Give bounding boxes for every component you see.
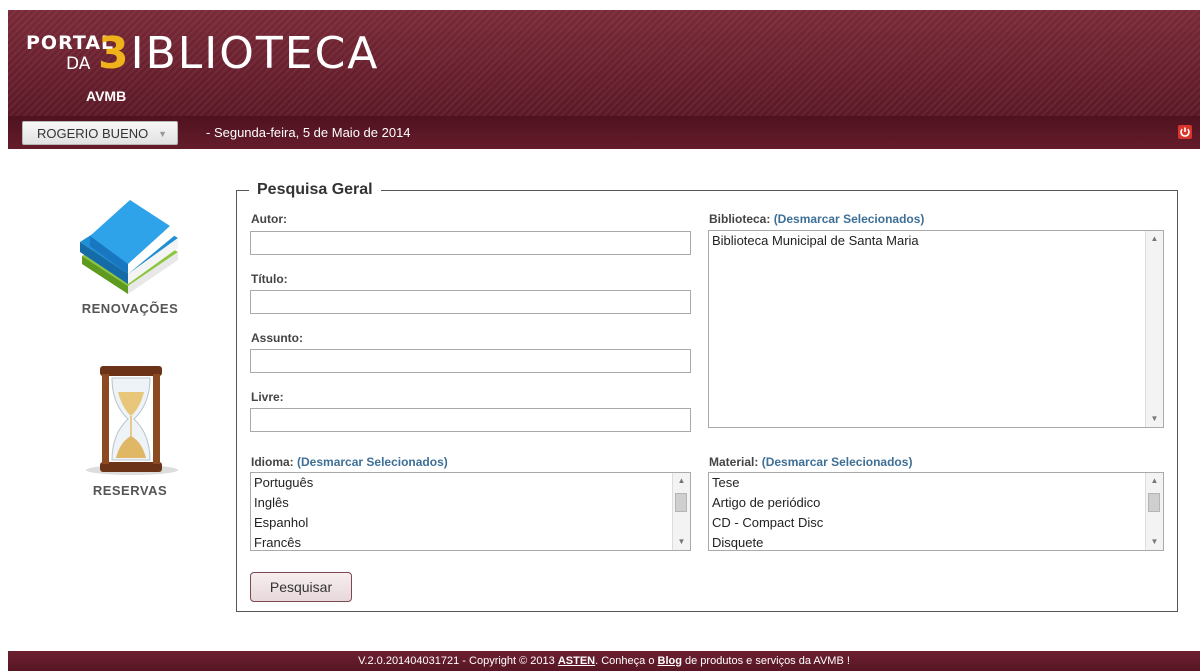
livre-label: Livre: [251,390,284,404]
biblioteca-deselect-link[interactable]: (Desmarcar Selecionados) [774,212,925,226]
user-bar: ROGERIO BUENO ▼ - Segunda-feira, 5 de Ma… [8,116,1200,149]
search-button[interactable]: Pesquisar [250,572,352,602]
material-deselect-link[interactable]: (Desmarcar Selecionados) [762,455,913,469]
idioma-deselect-link[interactable]: (Desmarcar Selecionados) [297,455,448,469]
assunto-label: Assunto: [251,331,303,345]
scroll-up-icon[interactable]: ▲ [1146,231,1163,247]
assunto-input[interactable] [250,349,691,373]
footer: V.2.0.201404031721 - Copyright © 2013 AS… [8,651,1200,671]
biblioteca-label-row: Biblioteca: (Desmarcar Selecionados) [709,212,924,226]
list-item[interactable]: Espanhol [251,513,690,533]
idioma-listbox[interactable]: Português Inglês Espanhol Francês ▲ ▼ [250,472,691,551]
hourglass-icon [86,366,178,475]
material-label-row: Material: (Desmarcar Selecionados) [709,455,912,469]
autor-input[interactable] [250,231,691,255]
sidebar-item-renovacoes[interactable] [60,186,200,316]
top-strip [0,0,1200,10]
scrollbar[interactable]: ▲ ▼ [672,473,690,550]
blog-link[interactable]: Blog [658,655,682,667]
list-item[interactable]: Tese [709,473,1163,493]
idioma-label: Idioma: [251,455,294,469]
material-listbox[interactable]: Tese Artigo de periódico CD - Compact Di… [708,472,1164,551]
list-item[interactable]: Biblioteca Municipal de Santa Maria [709,231,1163,251]
sidebar-item-renovacoes-label[interactable]: RENOVAÇÕES [80,301,180,316]
logo-avmb-subtitle: AVMB [86,88,127,104]
scroll-down-icon[interactable]: ▼ [1146,534,1163,550]
logo-da-text: DA [66,54,91,74]
list-item[interactable]: Disquete [709,533,1163,550]
scroll-down-icon[interactable]: ▼ [1146,411,1163,427]
asten-link[interactable]: ASTEN [558,655,595,667]
logo-biblioteca-text: 3IBLIOTECA [98,28,379,79]
list-item[interactable]: Francês [251,533,690,550]
user-name: ROGERIO BUENO [37,126,149,141]
logo-b-letter: 3 [98,28,131,79]
biblioteca-label: Biblioteca: [709,212,771,226]
header-banner: PORTAL DA 3IBLIOTECA AVMB [8,10,1200,116]
scrollbar[interactable]: ▲ ▼ [1145,473,1163,550]
list-item[interactable]: Artigo de periódico [709,493,1163,513]
autor-label: Autor: [251,212,287,226]
scroll-thumb[interactable] [1148,493,1160,512]
logo-rest-letters: IBLIOTECA [130,28,380,79]
search-form-title: Pesquisa Geral [257,181,373,198]
idioma-label-row: Idioma: (Desmarcar Selecionados) [251,455,448,469]
titulo-label: Título: [251,272,288,286]
titulo-input[interactable] [250,290,691,314]
scroll-down-icon[interactable]: ▼ [673,534,690,550]
livre-input[interactable] [250,408,691,432]
list-item[interactable]: CD - Compact Disc [709,513,1163,533]
sidebar-item-reservas-label[interactable]: RESERVAS [80,483,180,498]
books-icon [80,200,178,294]
footer-suffix: de produtos e serviços da AVMB ! [681,655,850,667]
scroll-up-icon[interactable]: ▲ [673,473,690,489]
scroll-thumb[interactable] [675,493,687,512]
scrollbar[interactable]: ▲ ▼ [1145,231,1163,427]
biblioteca-listbox[interactable]: Biblioteca Municipal de Santa Maria ▲ ▼ [708,230,1164,428]
user-menu-dropdown[interactable]: ROGERIO BUENO ▼ [22,121,178,145]
footer-prefix: V.2.0.201404031721 - Copyright © 2013 [358,655,558,667]
list-item[interactable]: Inglês [251,493,690,513]
sidebar-item-reservas[interactable] [60,364,200,479]
scroll-up-icon[interactable]: ▲ [1146,473,1163,489]
footer-middle: . Conheça o [595,655,658,667]
chevron-down-icon: ▼ [158,129,167,139]
list-item[interactable]: Português [251,473,690,493]
material-label: Material: [709,455,759,469]
power-icon[interactable] [1178,125,1192,139]
current-date: - Segunda-feira, 5 de Maio de 2014 [206,125,411,140]
